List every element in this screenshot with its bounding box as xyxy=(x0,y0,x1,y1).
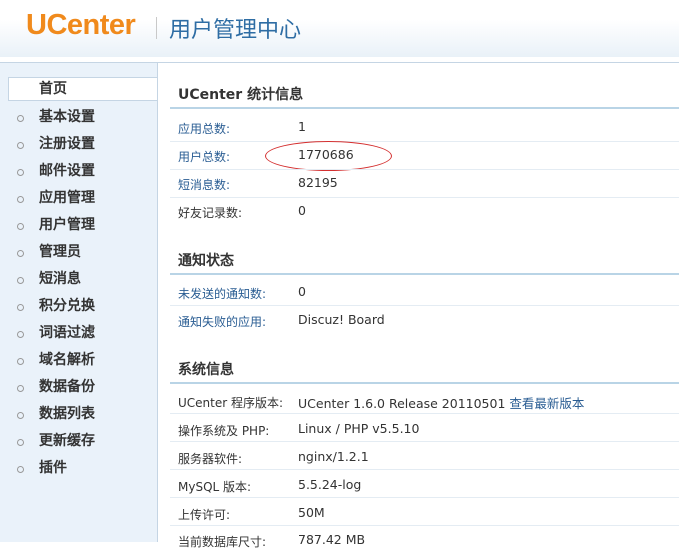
bullet-icon xyxy=(17,466,24,473)
sidebar-item-label: 管理员 xyxy=(39,244,81,260)
app-count-label[interactable]: 应用总数: xyxy=(178,120,230,137)
bullet-icon xyxy=(17,304,24,311)
bullet-icon xyxy=(17,115,24,122)
row-divider xyxy=(170,305,679,306)
bullet-icon xyxy=(17,439,24,446)
section-divider xyxy=(170,382,679,384)
sidebar-item-label: 更新缓存 xyxy=(39,433,95,449)
sidebar-item-label: 积分兑换 xyxy=(39,298,95,314)
sidebar-item-label: 词语过滤 xyxy=(39,325,95,341)
row-divider xyxy=(170,497,679,498)
bullet-icon xyxy=(17,250,24,257)
bullet-icon xyxy=(17,223,24,230)
sidebar-item-label: 首页 xyxy=(39,81,67,97)
row-divider xyxy=(170,469,679,470)
upload-limit-label: 上传许可: xyxy=(178,508,231,522)
section-divider xyxy=(170,107,679,109)
bullet-icon xyxy=(17,277,24,284)
friend-count-label: 好友记录数: xyxy=(178,206,243,220)
check-latest-version-link[interactable]: 查看最新版本 xyxy=(509,396,584,411)
bullet-icon xyxy=(17,169,24,176)
stats-section-title: UCenter 统计信息 xyxy=(178,87,304,103)
sidebar-item-label: 插件 xyxy=(39,460,67,476)
message-count-label[interactable]: 短消息数: xyxy=(178,176,230,193)
header: UCenter 用户管理中心 xyxy=(0,0,679,57)
failed-notify-value: Discuz! Board xyxy=(298,312,385,327)
sidebar-item-update-cache[interactable]: 更新缓存 xyxy=(0,428,157,455)
row-divider xyxy=(170,413,679,414)
row-divider xyxy=(170,525,679,526)
ucenter-logo[interactable]: UCenter xyxy=(26,9,136,42)
bullet-icon xyxy=(17,358,24,365)
sidebar-item-basic-settings[interactable]: 基本设置 xyxy=(0,104,157,131)
sidebar-item-label: 应用管理 xyxy=(39,190,95,206)
db-size-value: 787.42 MB xyxy=(298,532,366,547)
server-software-label: 服务器软件: xyxy=(178,452,243,466)
message-count-value: 82195 xyxy=(298,175,338,190)
mysql-version-label: MySQL 版本: xyxy=(178,480,252,494)
sidebar-item-label: 域名解析 xyxy=(39,352,95,368)
ucenter-version-value: UCenter 1.6.0 Release 20110501 查看最新版本 xyxy=(298,393,584,412)
sidebar-item-messages[interactable]: 短消息 xyxy=(0,266,157,293)
sidebar-item-data-backup[interactable]: 数据备份 xyxy=(0,374,157,401)
app-count-value: 1 xyxy=(298,119,306,134)
user-count-label[interactable]: 用户总数: xyxy=(178,148,230,165)
mysql-version-value: 5.5.24-log xyxy=(298,477,362,492)
sidebar-item-credit-exchange[interactable]: 积分兑换 xyxy=(0,293,157,320)
bullet-icon xyxy=(17,331,24,338)
sidebar-item-data-list[interactable]: 数据列表 xyxy=(0,401,157,428)
server-software-value: nginx/1.2.1 xyxy=(298,449,369,464)
sidebar-item-app-management[interactable]: 应用管理 xyxy=(0,185,157,212)
ucenter-version-label: UCenter 程序版本: xyxy=(178,396,284,410)
sidebar-item-label: 用户管理 xyxy=(39,217,95,233)
sidebar-item-plugins[interactable]: 插件 xyxy=(0,455,157,482)
bullet-icon xyxy=(17,142,24,149)
sidebar: 首页 基本设置 注册设置 邮件设置 应用管理 用户管理 管理员 短消息 积分兑换… xyxy=(0,63,158,542)
friend-count-value: 0 xyxy=(298,203,306,218)
bullet-icon xyxy=(17,385,24,392)
sidebar-item-register-settings[interactable]: 注册设置 xyxy=(0,131,157,158)
row-divider xyxy=(170,441,679,442)
unsent-notify-value: 0 xyxy=(298,284,306,299)
failed-notify-label[interactable]: 通知失败的应用: xyxy=(178,313,266,330)
sidebar-item-label: 短消息 xyxy=(39,271,81,287)
sidebar-item-user-management[interactable]: 用户管理 xyxy=(0,212,157,239)
sidebar-item-label: 基本设置 xyxy=(39,109,95,125)
sidebar-item-label: 邮件设置 xyxy=(39,163,95,179)
sidebar-item-label: 数据列表 xyxy=(39,406,95,422)
row-divider xyxy=(170,169,679,170)
row-divider xyxy=(170,141,679,142)
sidebar-item-label: 数据备份 xyxy=(39,379,95,395)
bullet-icon xyxy=(17,196,24,203)
os-php-value: Linux / PHP v5.5.10 xyxy=(298,421,420,436)
header-divider xyxy=(156,17,157,39)
bullet-icon xyxy=(17,412,24,419)
os-php-label: 操作系统及 PHP: xyxy=(178,424,270,438)
sidebar-item-home[interactable]: 首页 xyxy=(8,77,157,101)
main-content: UCenter 统计信息 应用总数: 1 用户总数: 1770686 短消息数:… xyxy=(158,63,679,549)
sidebar-item-domain-resolution[interactable]: 域名解析 xyxy=(0,347,157,374)
header-title: 用户管理中心 xyxy=(169,18,302,43)
section-divider xyxy=(170,273,679,275)
ucenter-version-text: UCenter 1.6.0 Release 20110501 xyxy=(298,396,506,411)
sidebar-item-label: 注册设置 xyxy=(39,136,95,152)
sidebar-item-mail-settings[interactable]: 邮件设置 xyxy=(0,158,157,185)
sidebar-item-word-filter[interactable]: 词语过滤 xyxy=(0,320,157,347)
sidebar-item-administrators[interactable]: 管理员 xyxy=(0,239,157,266)
system-section-title: 系统信息 xyxy=(178,362,234,378)
upload-limit-value: 50M xyxy=(298,505,325,520)
annotation-circle xyxy=(265,141,392,171)
row-divider xyxy=(170,197,679,198)
notify-section-title: 通知状态 xyxy=(178,253,234,269)
unsent-notify-label[interactable]: 未发送的通知数: xyxy=(178,285,266,302)
